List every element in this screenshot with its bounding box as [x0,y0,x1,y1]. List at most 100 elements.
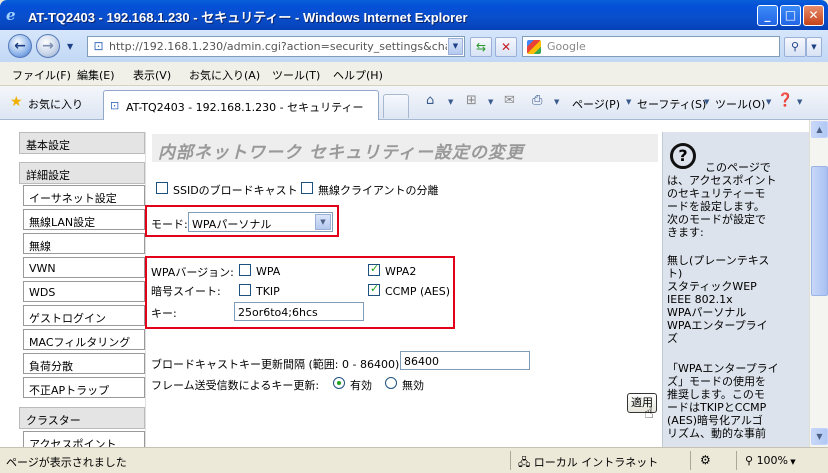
vertical-scrollbar[interactable]: ▲ ▼ [809,120,828,447]
status-separator [510,451,511,470]
nav-basic-settings[interactable]: 基本設定 [19,132,145,154]
page-title: 内部ネットワーク セキュリティー設定の変更 [152,134,658,163]
wireless-isolation-label: 無線クライアントの分離 [318,184,439,197]
tab-title: AT-TQ2403 - 192.168.1.230 - セキュリティー [126,101,364,114]
menu-edit[interactable]: 編集(E) [77,67,115,83]
tkip-checkbox[interactable] [239,284,251,296]
nav-vwn[interactable]: VWN [23,257,145,278]
navigation-bar: ← → ▼ ⊡ http://192.168.1.230/admin.cgi?a… [0,30,828,62]
wpa-label: WPA [256,265,281,278]
nav-cluster[interactable]: クラスター [19,407,145,429]
address-url[interactable]: http://192.168.1.230/admin.cgi?action=se… [109,40,447,53]
nav-wireless[interactable]: 無線 [23,233,145,254]
back-arrow-icon: ← [14,38,26,54]
menu-file[interactable]: ファイル(F) [12,67,71,83]
cipher-suite-label: 暗号スイート: [151,285,221,298]
scroll-down-icon[interactable]: ▼ [811,428,828,445]
nav-detailed-settings[interactable]: 詳細設定 [19,162,145,184]
page-menu[interactable]: ページ(P) [572,96,620,112]
help-text-1: このページで [705,161,771,174]
address-bar[interactable]: ⊡ http://192.168.1.230/admin.cgi?action=… [87,36,465,57]
ie-logo-icon: e [6,6,16,24]
ssid-broadcast-checkbox[interactable] [156,182,168,194]
feeds-dropdown-icon[interactable]: ▼ [488,98,493,106]
zoom-value: 100% [756,454,789,467]
stop-button[interactable]: ✕ [495,37,517,57]
help-text-4: 「WPAエンタープライ ズ」モードの使用を 推奨します。このモ ードはTKIPと… [667,362,779,440]
tools-menu[interactable]: ツール(O) [715,96,765,112]
rekey-disabled-radio[interactable] [385,377,397,389]
nav-wds[interactable]: WDS [23,281,145,302]
menu-favorites[interactable]: お気に入り(A) [189,67,260,83]
wpa-checkbox[interactable] [239,264,251,276]
rekey-enabled-label: 有効 [350,379,372,392]
scrollbar-thumb[interactable] [811,166,828,296]
browser-tab[interactable]: ⊡ AT-TQ2403 - 192.168.1.230 - セキュリティー [103,90,379,120]
favorites-tab-bar: ★ お気に入り ⊡ AT-TQ2403 - 192.168.1.230 - セキ… [0,86,828,120]
security-mode-value: WPAパーソナル [192,218,272,231]
forward-arrow-icon: → [42,38,54,54]
search-box[interactable]: Google [522,36,780,57]
select-dropdown-icon[interactable]: ▼ [315,214,331,230]
hand-cursor-icon: ☝ [644,403,654,422]
print-icon[interactable]: ⎙ [532,93,542,108]
favorites-label[interactable]: お気に入り [28,96,83,112]
scroll-up-icon[interactable]: ▲ [811,121,828,138]
page-dropdown-icon[interactable]: ▼ [626,98,631,106]
window-title-bar[interactable]: e AT-TQ2403 - 192.168.1.230 - セキュリティー - … [0,0,828,30]
minimize-button[interactable]: _ [757,5,778,26]
nav-ethernet-settings[interactable]: イーサネット設定 [23,185,145,206]
back-button[interactable]: ← [8,34,32,58]
search-button[interactable]: ⚲ [784,37,806,57]
help-dropdown-icon[interactable]: ▼ [797,98,802,106]
ssid-broadcast-label: SSIDのブロードキャスト [173,184,298,197]
new-tab-button[interactable] [383,94,409,118]
rekey-enabled-radio[interactable] [333,377,345,389]
feeds-icon[interactable]: ⊞ [466,93,477,108]
key-input[interactable]: 25or6to4;6hcs [234,302,364,321]
menu-tools[interactable]: ツール(T) [272,67,320,83]
close-button[interactable]: ✕ [803,5,824,26]
rekey-disabled-label: 無効 [402,379,424,392]
tkip-label: TKIP [256,285,280,298]
question-mark-icon: ? [670,143,696,169]
favorites-star-icon[interactable]: ★ [10,94,23,110]
menu-help[interactable]: ヘルプ(H) [333,67,383,83]
home-dropdown-icon[interactable]: ▼ [448,98,453,106]
zoom-level[interactable]: ⚲ 100% ▼ [745,454,796,467]
nav-wireless-lan-settings[interactable]: 無線LAN設定 [23,209,145,230]
protected-mode-icon[interactable]: ⚙ [700,453,711,467]
security-mode-select[interactable]: WPAパーソナル ▼ [188,212,333,232]
zoom-magnifier-icon: ⚲ [745,454,757,467]
mail-icon[interactable]: ✉ [504,93,515,108]
home-icon[interactable]: ⌂ [426,93,434,108]
stop-icon: ✕ [500,40,512,54]
wpa2-label: WPA2 [385,265,417,278]
nav-guest-login[interactable]: ゲストログイン [23,305,145,326]
nav-access-point[interactable]: アクセスポイント [23,431,145,447]
search-options-button[interactable]: ▼ [806,37,822,57]
help-icon[interactable]: ❓ [777,93,793,108]
address-dropdown-icon[interactable]: ▼ [448,38,463,55]
nav-mac-filtering[interactable]: MACフィルタリング [23,329,145,350]
wpa2-checkbox[interactable] [368,262,380,276]
forward-button[interactable]: → [36,34,60,58]
frame-rekey-label: フレーム送受信数によるキー更新: [151,379,320,392]
refresh-button[interactable]: ⇆ [470,37,492,57]
refresh-icon: ⇆ [475,40,487,54]
safety-dropdown-icon[interactable]: ▼ [704,98,709,106]
nav-load-balancing[interactable]: 負荷分散 [23,353,145,374]
search-dropdown-icon: ▼ [811,43,817,51]
menu-view[interactable]: 表示(V) [133,67,171,83]
menu-bar: ファイル(F) 編集(E) 表示(V) お気に入り(A) ツール(T) ヘルプ(… [0,62,828,86]
broadcast-key-interval-input[interactable]: 86400 [400,351,530,370]
nav-rogue-ap-trap[interactable]: 不正APトラップ [23,377,145,398]
tools-dropdown-icon[interactable]: ▼ [766,98,771,106]
intranet-zone-icon: 🖧 [518,456,534,469]
ccmp-checkbox[interactable] [368,282,380,296]
print-dropdown-icon[interactable]: ▼ [554,98,559,106]
history-dropdown-icon[interactable]: ▼ [67,42,73,51]
safety-menu[interactable]: セーフティ(S) [637,96,706,112]
wireless-isolation-checkbox[interactable] [301,182,313,194]
maximize-button[interactable]: □ [780,5,801,26]
